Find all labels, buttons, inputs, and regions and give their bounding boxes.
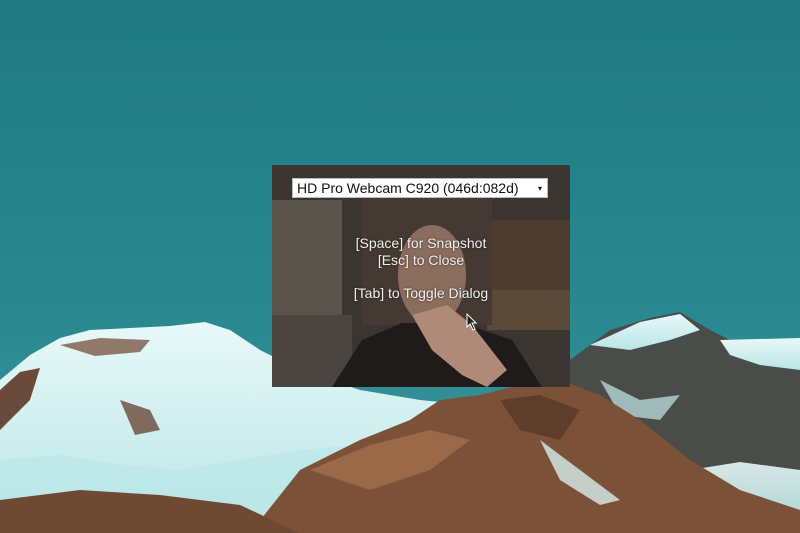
camera-select-dropdown[interactable]: HD Pro Webcam C920 (046d:082d) ▾ bbox=[292, 178, 548, 198]
close-hint: [Esc] to Close bbox=[377, 252, 465, 268]
toggle-dialog-hint: [Tab] to Toggle Dialog bbox=[353, 285, 489, 301]
webcam-dialog[interactable]: HD Pro Webcam C920 (046d:082d) ▾ [Space]… bbox=[272, 165, 570, 387]
chevron-down-icon[interactable]: ▾ bbox=[533, 184, 547, 193]
webcam-feed bbox=[272, 165, 570, 387]
camera-select-value: HD Pro Webcam C920 (046d:082d) bbox=[297, 180, 519, 196]
snapshot-hint: [Space] for Snapshot bbox=[355, 235, 487, 251]
mouse-cursor-icon bbox=[466, 313, 478, 331]
